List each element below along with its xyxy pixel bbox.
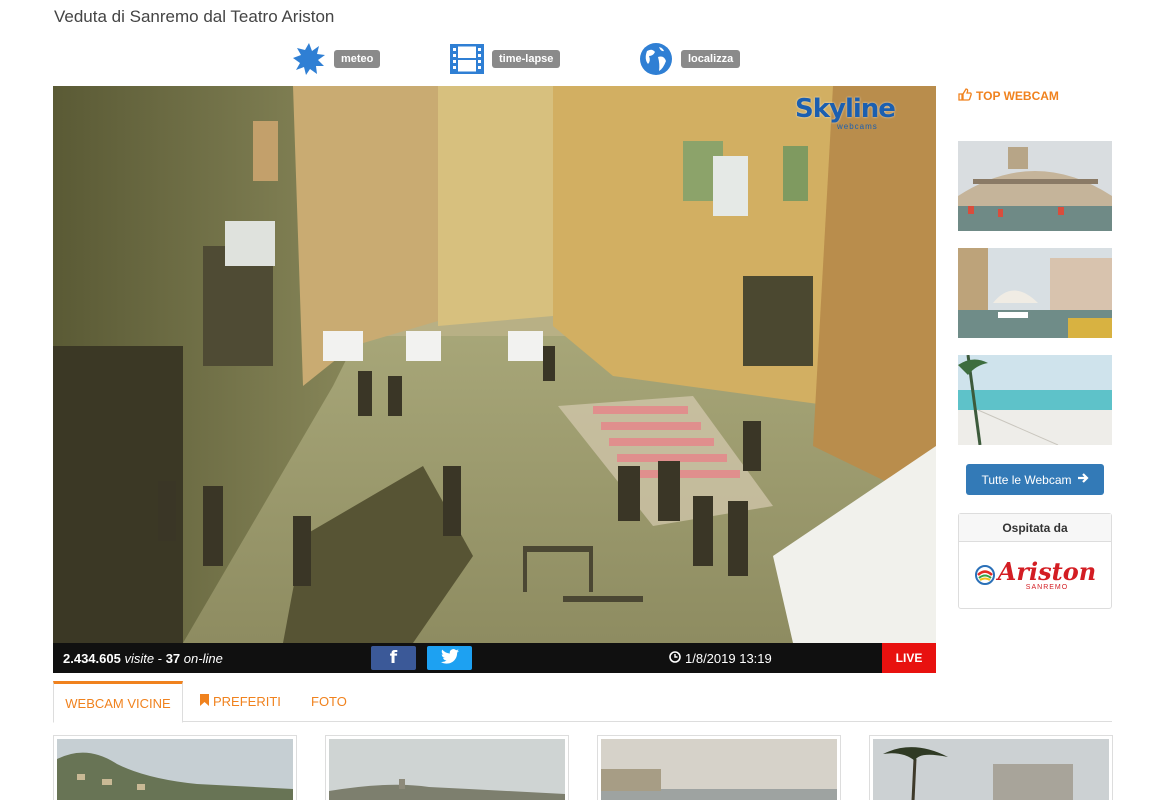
arrow-right-icon <box>1077 472 1089 487</box>
visits-count: 2.434.605 <box>63 651 121 666</box>
nearby-webcams-grid <box>53 735 1113 800</box>
meteo-label: meteo <box>334 50 381 68</box>
time-lapse-button[interactable]: time-lapse <box>450 42 561 76</box>
tab-label: WEBCAM VICINE <box>65 695 171 711</box>
nearby-webcam-card[interactable] <box>597 735 841 800</box>
tab-foto[interactable]: FOTO <box>311 681 347 722</box>
online-label: on-line <box>183 651 223 666</box>
visit-counter: 2.434.605 visite - 37 on-line <box>63 651 223 666</box>
top-webcam-thumb[interactable] <box>958 248 1112 338</box>
meteo-button[interactable]: meteo <box>292 42 381 76</box>
tab-label: PREFERITI <box>213 694 281 709</box>
sun-icon <box>292 42 326 76</box>
nearby-webcam-card[interactable] <box>53 735 297 800</box>
twitter-share-button[interactable] <box>427 646 472 670</box>
ariston-sanremo: SANREMO <box>1025 583 1069 591</box>
tab-preferiti[interactable]: PREFERITI <box>200 681 281 722</box>
facebook-share-button[interactable]: f <box>371 646 416 670</box>
tab-label: FOTO <box>311 694 347 709</box>
skyline-logo: Skyline <box>795 94 896 124</box>
film-icon <box>450 42 484 76</box>
top-webcam-title: TOP WEBCAM <box>976 89 1059 103</box>
all-webcams-button[interactable]: Tutte le Webcam <box>966 464 1104 495</box>
top-webcam-thumb[interactable] <box>958 141 1112 231</box>
nearby-webcam-card[interactable] <box>325 735 569 800</box>
clock-icon <box>669 651 681 666</box>
ariston-emblem-icon <box>974 565 995 585</box>
visits-label: visite <box>124 651 155 666</box>
all-webcams-label: Tutte le Webcam <box>981 472 1072 487</box>
localizza-button[interactable]: localizza <box>639 42 741 76</box>
webcam-player[interactable]: Skyline webcams 2.434.605 visite - 37 on… <box>53 86 936 673</box>
webcam-tools: meteo time-lapse localizza <box>0 42 1170 78</box>
nearby-webcam-card[interactable] <box>869 735 1113 800</box>
host-box: Ospitata da Ariston SANREMO <box>958 513 1112 609</box>
online-count: 37 <box>165 651 181 666</box>
sidebar: TOP WEBCAM Tutte le Webcam Ospitata da A… <box>958 86 1112 609</box>
ariston-logo[interactable]: Ariston SANREMO <box>959 542 1111 608</box>
skyline-logo-sub: webcams <box>837 122 878 131</box>
top-webcam-heading: TOP WEBCAM <box>958 86 1112 106</box>
localizza-label: localizza <box>681 50 741 68</box>
datetime-text: 1/8/2019 13:19 <box>685 651 772 666</box>
twitter-icon <box>440 649 459 667</box>
facebook-icon: f <box>389 648 398 668</box>
top-webcam-thumb[interactable] <box>958 355 1112 445</box>
globe-icon <box>639 42 673 76</box>
thumbs-up-icon <box>958 88 972 104</box>
player-status-bar: 2.434.605 visite - 37 on-line f 1/8/2019… <box>53 643 936 673</box>
tabs: WEBCAM VICINE PREFERITI FOTO <box>53 681 1112 723</box>
time-lapse-label: time-lapse <box>492 50 561 68</box>
timestamp: 1/8/2019 13:19 <box>669 651 772 666</box>
separator: - <box>157 651 163 666</box>
ariston-wordmark: Ariston <box>997 556 1097 586</box>
live-badge: LIVE <box>882 643 936 673</box>
host-title: Ospitata da <box>959 514 1111 542</box>
tab-webcam-vicine[interactable]: WEBCAM VICINE <box>53 681 183 723</box>
webcam-live-image[interactable]: Skyline webcams <box>53 86 936 643</box>
bookmark-icon <box>200 694 209 709</box>
page-title: Veduta di Sanremo dal Teatro Ariston <box>54 7 335 26</box>
